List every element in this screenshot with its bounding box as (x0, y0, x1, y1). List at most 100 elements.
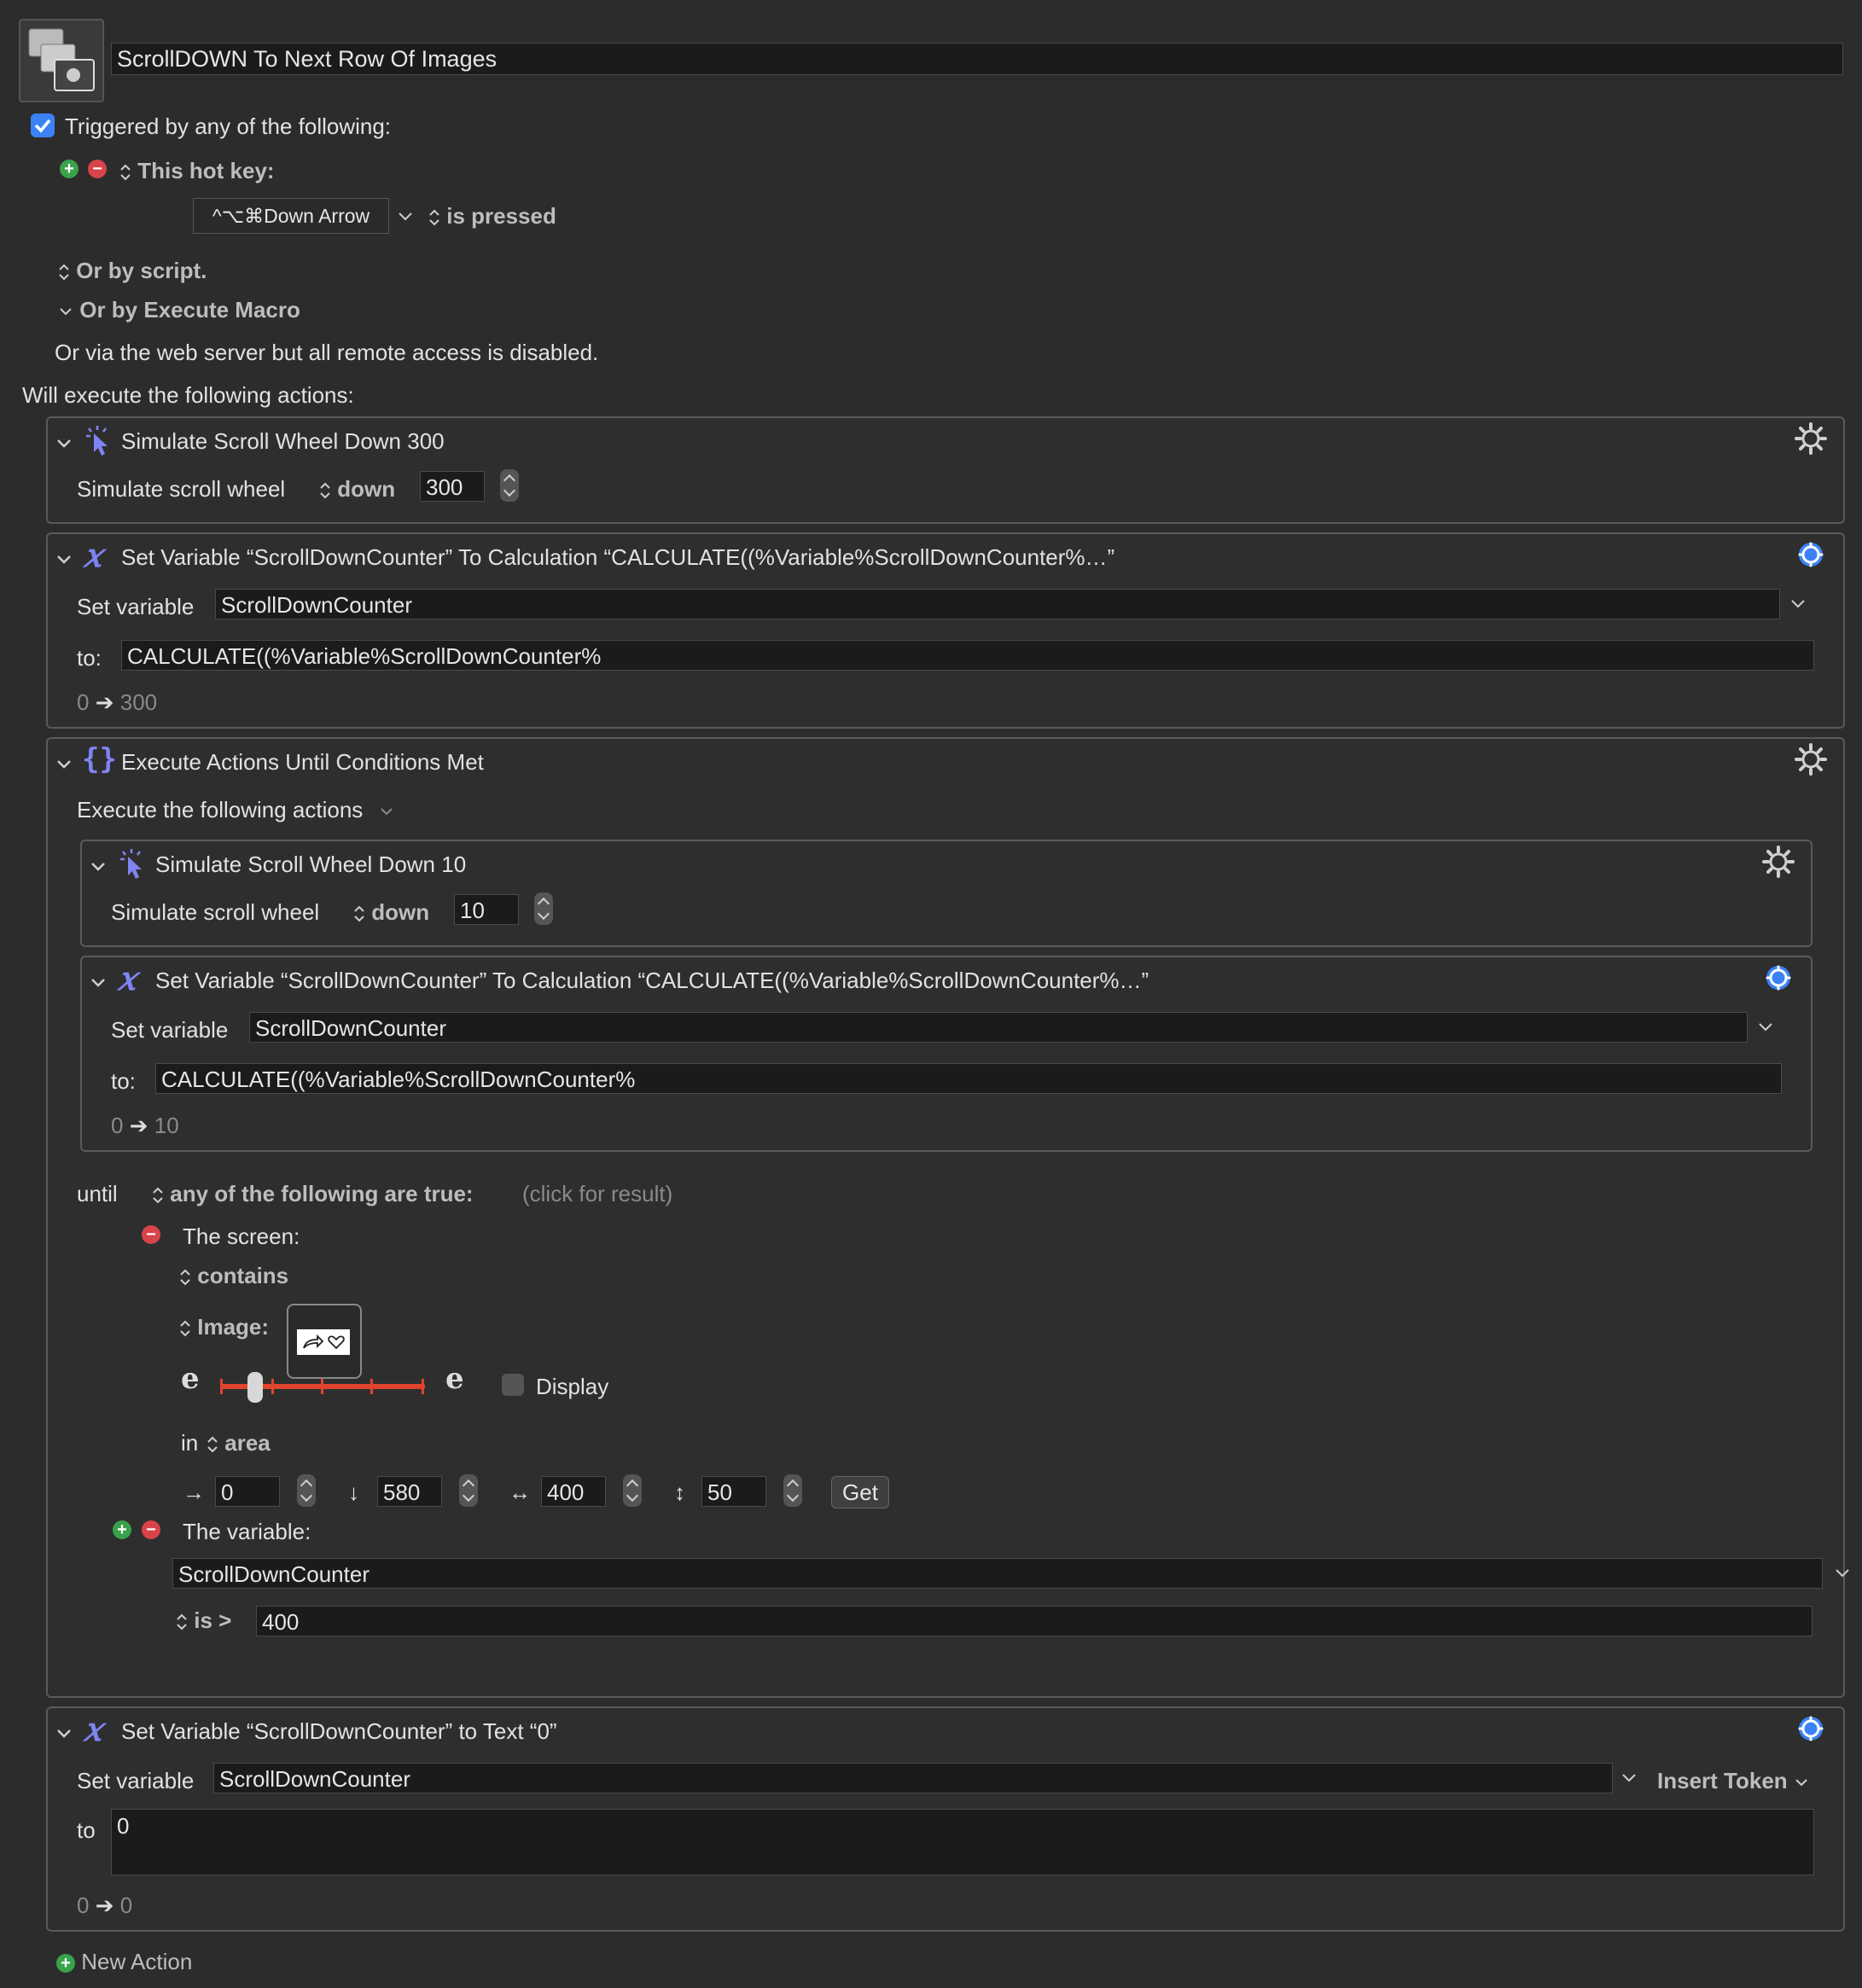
updown-icon (59, 264, 69, 281)
remove-condition-button[interactable]: − (142, 1225, 160, 1244)
updown-icon (120, 164, 131, 181)
area-x-stepper[interactable] (297, 1474, 316, 1507)
area-height-stepper[interactable] (783, 1474, 802, 1507)
image-label: Image: (197, 1314, 270, 1340)
set-variable-label: Set variable (77, 1768, 195, 1793)
new-action-button[interactable]: + New Action (56, 1949, 192, 1975)
preview-to: 10 (154, 1113, 179, 1138)
collapse-chevron-icon[interactable] (89, 973, 108, 991)
text-value-area[interactable]: 0 (111, 1809, 1814, 1875)
variable-name-field[interactable]: ScrollDownCounter (215, 589, 1780, 619)
insert-token-menu[interactable]: Insert Token (1657, 1768, 1809, 1794)
macro-icon[interactable] (19, 19, 104, 102)
share-heart-image (297, 1329, 350, 1355)
scroll-pointer-icon (120, 849, 142, 879)
direction-label: down (337, 476, 396, 502)
arrow-right-icon: ➔ (95, 1892, 114, 1918)
comparison-popup[interactable]: is > (176, 1607, 231, 1634)
action-title[interactable]: Execute Actions Until Conditions Met (121, 749, 484, 776)
trigger-label: Triggered by any of the following: (65, 113, 392, 139)
to-label: to: (77, 645, 102, 671)
plus-icon: + (56, 1954, 75, 1973)
web-server-note: Or via the web server but all remote acc… (55, 340, 599, 365)
area-width-field[interactable]: 400 (541, 1476, 606, 1507)
calculation-field[interactable]: CALCULATE((%Variable%ScrollDownCounter% (155, 1063, 1782, 1094)
preview-to: 0 (119, 1892, 133, 1918)
pressed-popup[interactable]: is pressed (428, 203, 556, 230)
collapse-chevron-icon[interactable] (55, 549, 73, 568)
hotkey-type-popup[interactable]: This hot key: (119, 158, 275, 184)
calculation-field[interactable]: CALCULATE((%Variable%ScrollDownCounter% (121, 640, 1814, 671)
scroll-amount-field[interactable]: 300 (420, 471, 485, 502)
image-source-popup[interactable]: Image: (179, 1314, 269, 1340)
variable-dropdown-icon[interactable] (1756, 1017, 1775, 1036)
or-by-script[interactable]: Or by script. (58, 258, 207, 284)
collapse-chevron-icon[interactable] (89, 857, 108, 875)
action-title[interactable]: Set Variable “ScrollDownCounter” To Calc… (121, 544, 1114, 571)
subaction-scroll-10: Simulate Scroll Wheel Down 10 Simulate s… (80, 840, 1813, 947)
fuzz-slider-knob[interactable] (247, 1372, 263, 1403)
variable-dropdown-icon[interactable] (1620, 1768, 1638, 1787)
collapse-chevron-icon[interactable] (55, 1724, 73, 1742)
area-popup[interactable]: area (207, 1430, 271, 1456)
variable-dropdown-icon[interactable] (1789, 594, 1807, 613)
comparison-value-field[interactable]: 400 (256, 1606, 1813, 1636)
amount-stepper[interactable] (500, 469, 519, 502)
variable-x-icon: 𝑥 (118, 959, 137, 997)
variable-name-field[interactable]: ScrollDownCounter (213, 1763, 1613, 1793)
or-by-execute[interactable]: Or by Execute Macro (58, 297, 300, 323)
gear-icon[interactable] (1794, 421, 1828, 456)
gear-icon[interactable] (1761, 961, 1795, 995)
add-trigger-button[interactable]: + (60, 160, 79, 178)
gear-icon[interactable] (1794, 1712, 1828, 1746)
direction-label: down (371, 899, 430, 925)
area-height-field[interactable]: 50 (701, 1476, 766, 1507)
macro-title-field[interactable]: ScrollDOWN To Next Row Of Images (111, 43, 1843, 75)
area-y-field[interactable]: 580 (377, 1476, 442, 1507)
execute-following-text: Execute the following actions (77, 797, 364, 823)
remove-condition-button[interactable]: − (142, 1520, 160, 1539)
variable-dropdown-icon[interactable] (1833, 1563, 1852, 1582)
action-title[interactable]: Set Variable “ScrollDownCounter” To Calc… (155, 968, 1149, 994)
display-checkbox[interactable] (502, 1374, 524, 1396)
add-condition-button[interactable]: + (113, 1520, 131, 1539)
area-width-stepper[interactable] (623, 1474, 642, 1507)
preview-to: 300 (119, 689, 158, 715)
collapse-chevron-icon[interactable] (55, 433, 73, 452)
hotkey-field[interactable]: ^⌥⌘Down Arrow (193, 198, 389, 234)
updown-icon (180, 1269, 190, 1286)
insert-token-label: Insert Token (1657, 1768, 1788, 1793)
direction-popup[interactable]: down (319, 476, 395, 503)
action-title[interactable]: Simulate Scroll Wheel Down 10 (155, 852, 466, 878)
variable-x-icon: 𝑥 (84, 536, 102, 574)
click-for-result[interactable]: (click for result) (522, 1181, 672, 1207)
get-area-button[interactable]: Get (831, 1476, 889, 1508)
preview-from: 0 (111, 1113, 124, 1138)
direction-popup[interactable]: down (353, 899, 429, 926)
variable-name-field[interactable]: ScrollDownCounter (249, 1012, 1748, 1043)
hotkey-dropdown-icon[interactable] (396, 206, 415, 225)
collapse-chevron-icon[interactable] (55, 754, 73, 773)
in-label: in (181, 1430, 199, 1456)
amount-stepper[interactable] (534, 892, 553, 925)
condition-match-popup[interactable]: any of the following are true: (152, 1181, 474, 1207)
scroll-amount-field[interactable]: 10 (454, 894, 519, 925)
fuzz-max-glyph: e (445, 1362, 464, 1396)
comparison-label: is > (194, 1607, 232, 1633)
execute-following-label[interactable]: Execute the following actions (77, 797, 395, 823)
remove-trigger-button[interactable]: − (88, 160, 107, 178)
image-well[interactable] (287, 1304, 362, 1379)
condition-variable-field[interactable]: ScrollDownCounter (172, 1558, 1823, 1589)
contains-popup[interactable]: contains (179, 1263, 288, 1289)
action-set-variable-text: 𝑥 Set Variable “ScrollDownCounter” to Te… (46, 1706, 1845, 1932)
gear-icon[interactable] (1761, 845, 1795, 879)
trigger-checkbox[interactable] (31, 113, 55, 137)
gear-icon[interactable] (1794, 742, 1828, 776)
contains-label: contains (197, 1263, 289, 1288)
to-label: to (77, 1817, 96, 1843)
area-y-stepper[interactable] (459, 1474, 478, 1507)
action-title[interactable]: Set Variable “ScrollDownCounter” to Text… (121, 1718, 557, 1745)
gear-icon[interactable] (1794, 538, 1828, 572)
area-x-field[interactable]: 0 (215, 1476, 280, 1507)
action-title[interactable]: Simulate Scroll Wheel Down 300 (121, 428, 445, 455)
